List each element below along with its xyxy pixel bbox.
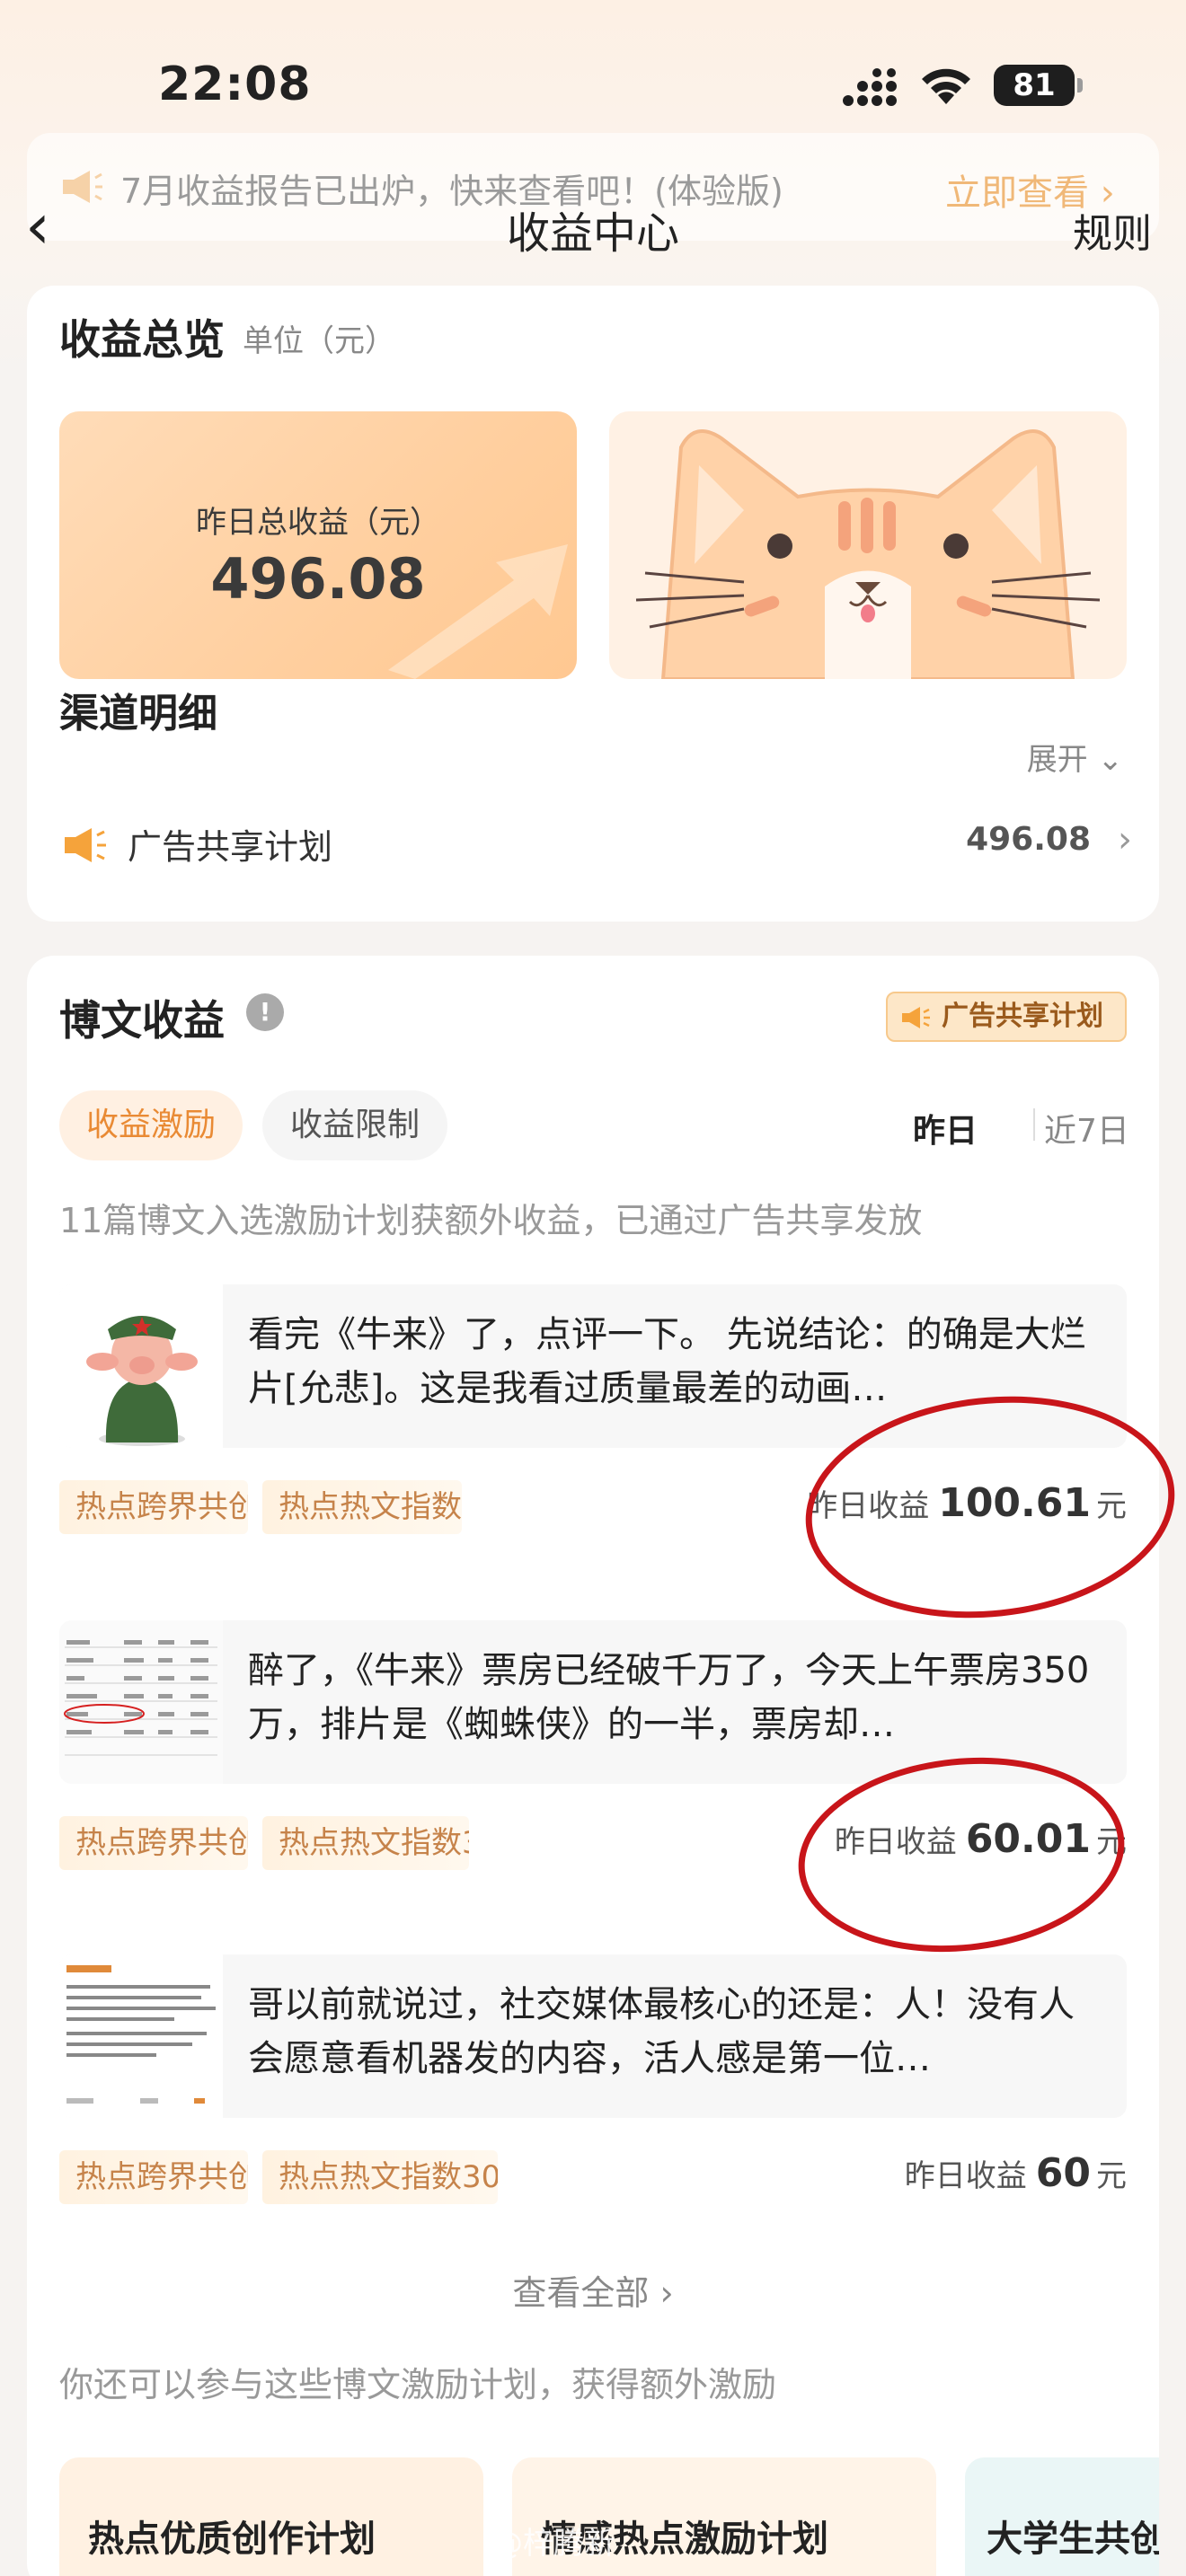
yesterday-total-card[interactable]: 昨日总收益（元） 496.08: [59, 411, 577, 679]
battery-indicator: 81: [994, 65, 1083, 106]
data-table-screenshot-image: [59, 1620, 223, 1784]
earning-value: 60: [1035, 2150, 1091, 2196]
post-text: 哥以前就说过，社交媒体最核心的还是：人！没有人会愿意看机器发的内容，活人感是第一…: [248, 1984, 1075, 2079]
post-screenshot-image: [59, 1954, 223, 2118]
post-earnings-title: 博文收益: [59, 996, 225, 1045]
channel-ad-share-value: 496.08: [966, 821, 1091, 858]
status-time: 22:08: [158, 57, 312, 111]
wifi-icon: [922, 68, 970, 104]
post-thumbnail: [59, 1284, 223, 1448]
status-bar: 22:08 81: [0, 0, 1186, 126]
tag-cross-cocreate: 热点跨界共创＋¥40: [59, 1816, 248, 1870]
megaphone-icon: [902, 1007, 930, 1028]
ad-share-plan-label: 广告共享计划: [942, 1001, 1103, 1032]
tab-limit[interactable]: 收益限制: [262, 1090, 447, 1160]
incentive-description: 11篇博文入选激励计划获额外收益，已通过广告共享发放: [59, 1201, 923, 1240]
tag-hot-index: 热点热文指数3000+＋¥20: [262, 1816, 469, 1870]
pig-figure-image: [59, 1284, 223, 1448]
more-plans-description: 你还可以参与这些博文激励计划，获得额外激励: [59, 2365, 777, 2404]
earning-label: 昨日收益: [904, 2158, 1027, 2194]
period-yesterday[interactable]: 昨日: [913, 1105, 978, 1151]
expand-label: 展开: [1026, 742, 1088, 778]
period-divider: [1033, 1108, 1035, 1141]
page-title: 收益中心: [506, 208, 679, 259]
expand-toggle[interactable]: 展开 ⌄: [1027, 735, 1123, 779]
chevron-down-icon: ⌄: [1097, 742, 1124, 778]
plan-title: 热点优质创作计划: [88, 2519, 376, 2560]
chevron-right-icon: ›: [649, 2273, 674, 2313]
post-tags-row: 热点跨界共创＋¥40 热点热文指数3000+＋¥20 昨日收益60元: [59, 2150, 1127, 2204]
ad-share-plan-badge[interactable]: 广告共享计划: [886, 992, 1127, 1042]
tag-hot-index: 热点热文指数1万+＋¥50: [262, 1480, 462, 1534]
tag-hot-index: 热点热文指数3000+＋¥20: [262, 2150, 498, 2204]
rules-link[interactable]: 规则: [1073, 201, 1152, 259]
post-thumbnail: [59, 1954, 223, 2118]
info-icon[interactable]: !: [246, 993, 284, 1031]
cellular-signal-icon: [843, 68, 897, 106]
channel-detail-title: 渠道明细: [59, 691, 217, 737]
channel-ad-share-name[interactable]: 广告共享计划: [128, 819, 332, 869]
post-thumbnail: [59, 1620, 223, 1784]
tag-cross-cocreate: 热点跨界共创＋¥40: [59, 2150, 248, 2204]
plan-card[interactable]: 热点优质创作计划: [59, 2457, 483, 2576]
post-item[interactable]: 哥以前就说过，社交媒体最核心的还是：人！没有人会愿意看机器发的内容，活人感是第一…: [59, 1954, 1127, 2118]
overview-unit: 单位（元）: [243, 323, 395, 359]
watermark: @梓腾新: [492, 2526, 615, 2562]
tag-cross-cocreate: 热点跨界共创＋¥50: [59, 1480, 248, 1534]
earnings-overview-card: 收益总览 单位（元） 昨日总收益（元） 496.08 渠道明细 展开 ⌄ 广告共…: [27, 286, 1159, 922]
yesterday-total-label: 昨日总收益（元）: [196, 505, 440, 541]
earning-unit: 元: [1096, 2158, 1127, 2194]
view-all-link[interactable]: 查看全部 ›: [27, 2265, 1159, 2315]
megaphone-icon: [65, 828, 106, 862]
period-7-days[interactable]: 近7日: [1044, 1105, 1129, 1151]
chevron-right-icon[interactable]: ›: [1118, 819, 1132, 860]
post-yesterday-earning: 昨日收益 60 元: [886, 2150, 1127, 2204]
plan-title: 大学生共创: [987, 2519, 1159, 2560]
view-all-label: 查看全部: [512, 2273, 650, 2313]
cat-illustration: [609, 411, 1127, 679]
tab-incentive[interactable]: 收益激励: [59, 1090, 243, 1160]
plan-card[interactable]: 大学生共创: [965, 2457, 1159, 2576]
post-text: 醉了，《牛来》票房已经破千万了，今天上午票房350万，排片是《蜘蛛侠》的一半，票…: [248, 1650, 1090, 1745]
cat-face-icon: [635, 429, 1101, 679]
yesterday-total-value: 496.08: [210, 546, 426, 612]
overview-title: 收益总览: [59, 315, 225, 364]
